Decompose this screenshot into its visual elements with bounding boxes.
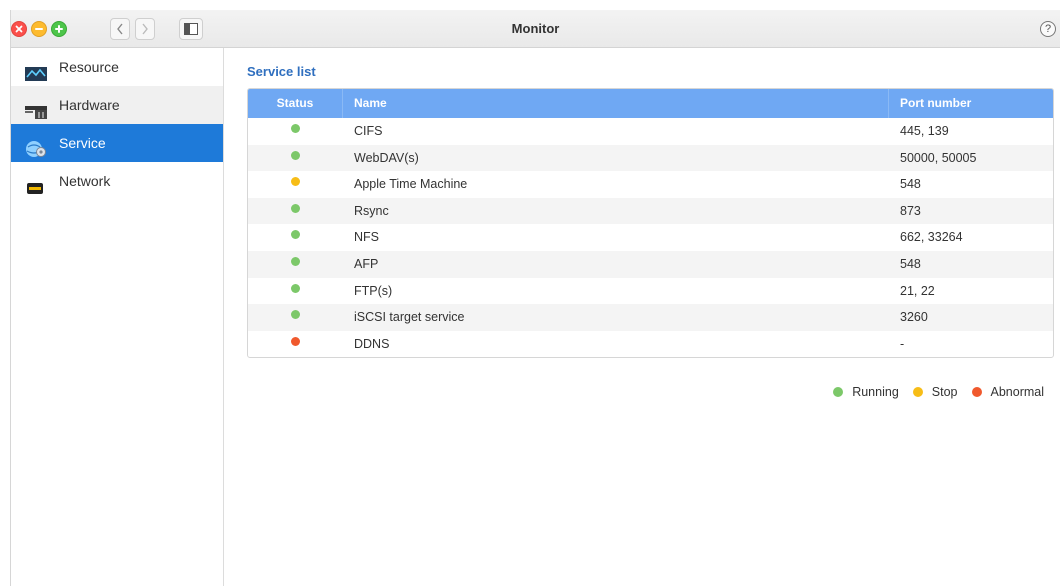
table-row[interactable]: FTP(s) 21, 22 <box>248 278 1053 305</box>
column-header-name[interactable]: Name <box>343 89 889 118</box>
sidebar-item-label: Network <box>59 173 111 189</box>
monitor-window: Monitor ? Resource Hardware Service Netw… <box>10 10 1060 586</box>
service-name: NFS <box>354 230 379 245</box>
status-legend: Running Stop Abnormal <box>819 385 1044 399</box>
status-dot <box>291 177 300 187</box>
status-dot <box>291 256 300 266</box>
port-number: - <box>900 336 905 351</box>
window-title: Monitor <box>511 21 560 36</box>
status-cell <box>248 251 343 278</box>
table-body: CIFS 445, 139 WebDAV(s) 50000, 50005 Apple… <box>248 118 1053 357</box>
table-row[interactable]: iSCSI target service 3260 <box>248 304 1053 331</box>
service-globe-gear-icon <box>25 134 47 157</box>
port-number: 3260 <box>900 310 928 325</box>
column-header-status[interactable]: Status <box>248 89 343 118</box>
sidebar-item-resource[interactable]: Resource <box>11 48 223 86</box>
table-row[interactable]: Rsync 873 <box>248 197 1053 225</box>
network-icon <box>25 172 47 194</box>
service-name: Apple Time Machine <box>354 177 468 192</box>
service-name: FTP(s) <box>354 283 393 298</box>
legend-dot <box>912 387 923 397</box>
legend-item-abnormal: Abnormal <box>971 385 1045 399</box>
sidebar-item-label: Hardware <box>59 97 120 113</box>
legend-label: Running <box>852 385 899 399</box>
status-cell <box>248 145 343 172</box>
status-dot <box>291 150 300 160</box>
service-name: AFP <box>354 256 379 271</box>
sidebar: Resource Hardware Service Network <box>11 48 224 586</box>
service-name: DDNS <box>354 336 390 351</box>
status-dot <box>291 230 300 240</box>
port-number: 445, 139 <box>900 124 949 138</box>
table-header: Status Name Port number <box>248 89 1053 118</box>
table-row[interactable]: DDNS - <box>248 331 1053 358</box>
table-row[interactable]: NFS 662, 33264 <box>248 224 1053 251</box>
sidebar-item-label: Resource <box>59 59 119 75</box>
hardware-icon <box>25 96 47 119</box>
service-name: CIFS <box>354 124 383 138</box>
sidebar-item-network[interactable]: Network <box>11 162 223 200</box>
status-cell <box>248 118 343 145</box>
status-cell <box>248 224 343 251</box>
legend-item-running: Running <box>833 385 899 399</box>
table-row[interactable]: CIFS 445, 139 <box>248 118 1053 145</box>
status-cell <box>248 278 343 305</box>
status-cell <box>248 331 343 358</box>
sidebar-item-service[interactable]: Service <box>11 124 223 162</box>
table-row[interactable]: WebDAV(s) 50000, 50005 <box>248 144 1053 172</box>
service-name: iSCSI target service <box>354 310 465 325</box>
port-number: 50000, 50005 <box>900 150 977 165</box>
port-number: 21, 22 <box>900 283 935 298</box>
service-table: Status Name Port number CIFS 445, 139 Web… <box>247 88 1054 359</box>
service-name: WebDAV(s) <box>354 150 419 165</box>
legend-dot <box>833 387 844 397</box>
status-dot <box>291 310 300 320</box>
status-cell <box>248 304 343 331</box>
table-row[interactable]: AFP 548 <box>248 250 1053 278</box>
port-number: 548 <box>900 177 921 192</box>
port-number: 548 <box>900 256 921 271</box>
legend-label: Stop <box>931 385 958 399</box>
status-dot <box>291 124 300 133</box>
table-row[interactable]: Apple Time Machine 548 <box>248 171 1053 198</box>
status-cell <box>248 198 343 225</box>
help-button[interactable]: ? <box>1040 21 1056 37</box>
title-bar: Monitor ? <box>11 10 1060 48</box>
section-title: Service list <box>247 64 316 79</box>
legend-item-stop: Stop <box>912 385 958 399</box>
status-dot <box>291 283 300 293</box>
sidebar-item-hardware[interactable]: Hardware <box>11 86 223 124</box>
main-panel: Service list Status Name Port number CIF… <box>223 48 1060 586</box>
status-dot <box>291 336 300 346</box>
port-number: 662, 33264 <box>900 230 963 245</box>
status-cell <box>248 171 343 198</box>
column-header-port[interactable]: Port number <box>889 89 1053 118</box>
legend-dot <box>971 387 982 397</box>
legend-label: Abnormal <box>990 385 1045 399</box>
port-number: 873 <box>900 203 921 218</box>
resource-chart-icon <box>25 58 47 81</box>
sidebar-item-label: Service <box>59 135 106 151</box>
service-name: Rsync <box>354 203 389 218</box>
status-dot <box>291 203 300 213</box>
